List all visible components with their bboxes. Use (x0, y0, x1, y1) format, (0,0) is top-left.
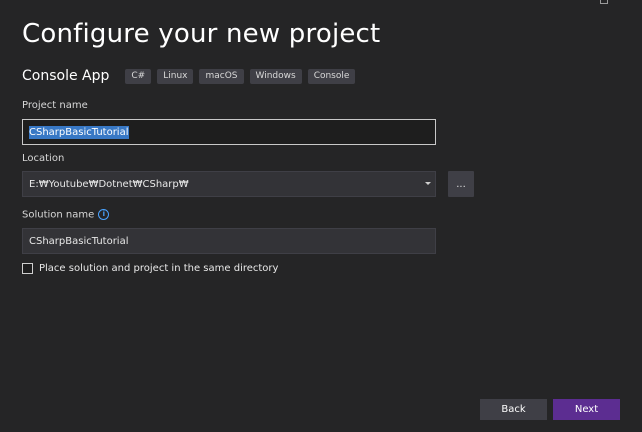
tag-csharp: C# (125, 68, 152, 84)
same-directory-label[interactable]: Place solution and project in the same d… (39, 263, 278, 274)
next-button[interactable]: Next (553, 399, 620, 420)
chevron-down-icon[interactable] (425, 182, 431, 185)
location-value: E:₩Youtube₩Dotnet₩CSharp₩ (29, 178, 189, 190)
solution-name-value: CSharpBasicTutorial (29, 235, 129, 247)
same-directory-option[interactable]: Place solution and project in the same d… (22, 263, 278, 274)
tag-linux: Linux (157, 68, 194, 84)
location-label: Location (22, 153, 65, 164)
tag-windows: Windows (249, 68, 302, 84)
window-control-icon[interactable] (600, 0, 608, 4)
back-button[interactable]: Back (480, 399, 547, 420)
solution-name-label-row: Solution name i (22, 209, 110, 221)
browse-button[interactable]: ... (448, 171, 474, 197)
same-directory-checkbox[interactable] (22, 263, 33, 274)
tag-console: Console (307, 68, 356, 84)
location-select[interactable]: E:₩Youtube₩Dotnet₩CSharp₩ (22, 171, 436, 197)
solution-name-input[interactable]: CSharpBasicTutorial (22, 228, 436, 254)
solution-name-label: Solution name (22, 209, 95, 221)
project-name-value: CSharpBasicTutorial (29, 125, 129, 139)
template-name: Console App (22, 68, 110, 84)
info-icon[interactable]: i (98, 209, 110, 220)
template-summary: Console App C# Linux macOS Windows Conso… (22, 68, 361, 84)
page-title: Configure your new project (22, 19, 381, 49)
project-name-label: Project name (22, 100, 88, 111)
tag-macos: macOS (199, 68, 244, 84)
project-name-input[interactable]: CSharpBasicTutorial (22, 119, 436, 145)
